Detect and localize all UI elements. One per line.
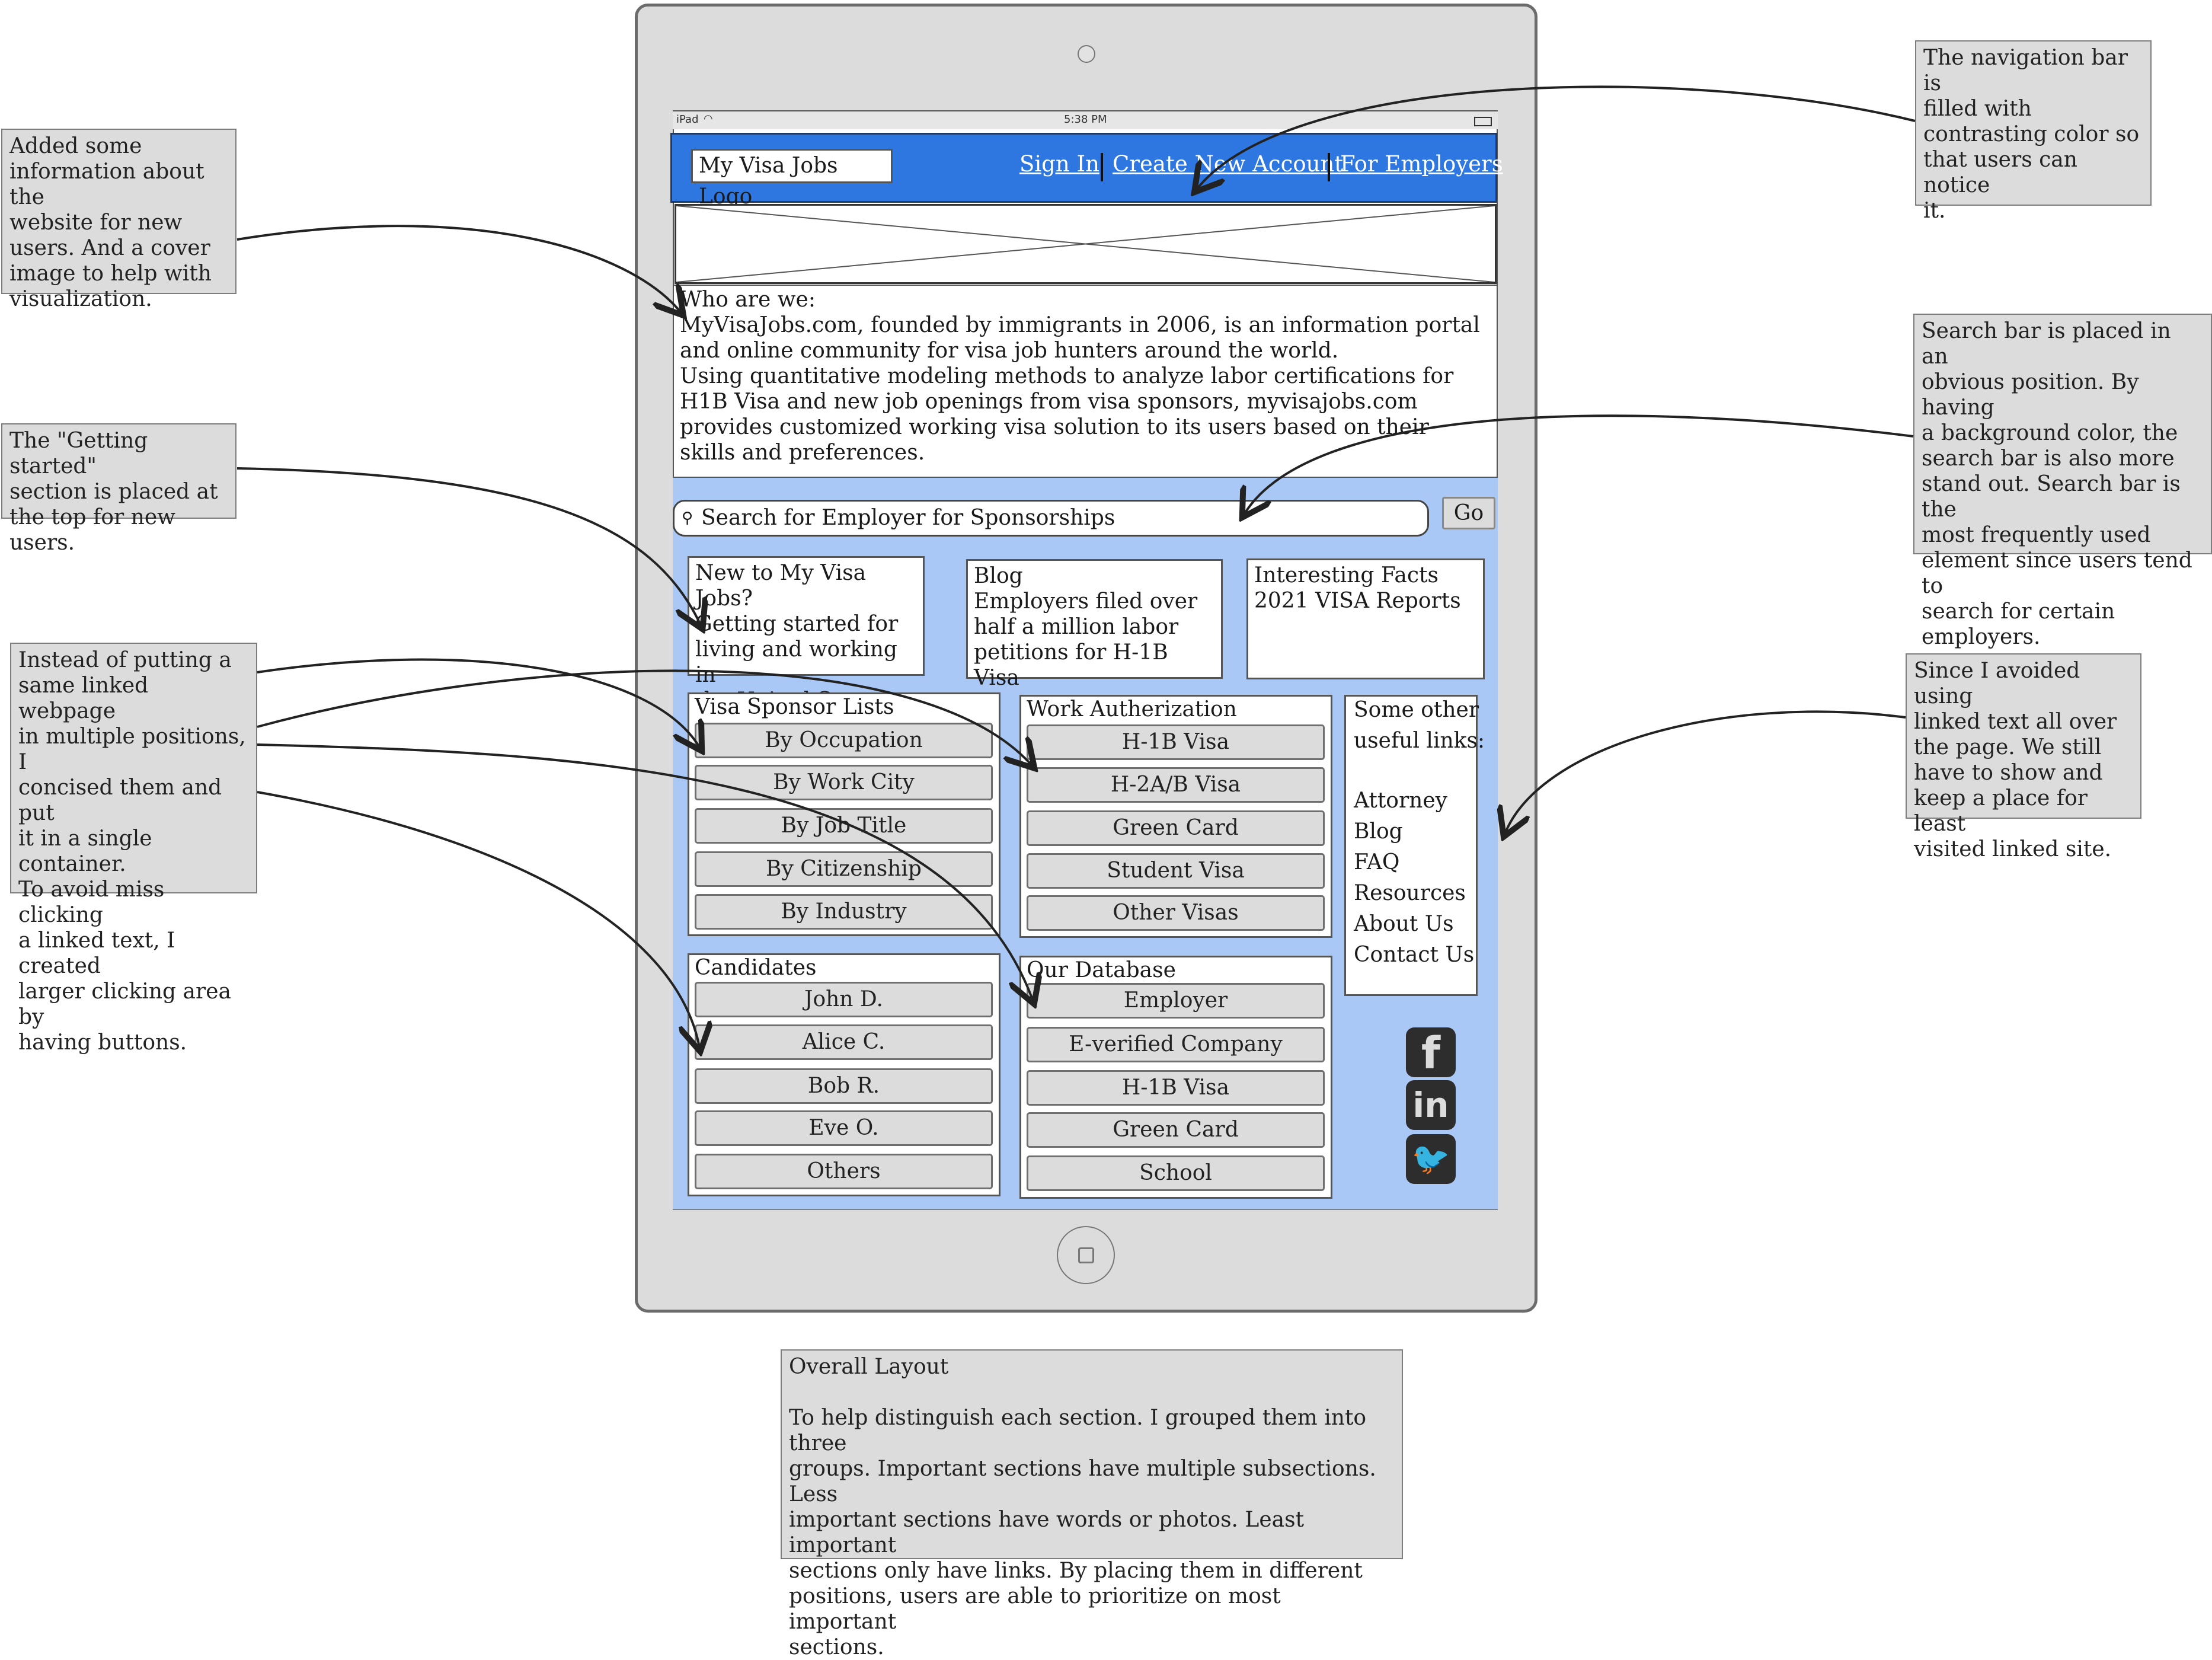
arrow-about <box>236 225 680 312</box>
arrow-links <box>1505 710 1906 832</box>
arrow-work <box>257 669 1031 765</box>
arrow-search <box>1245 414 1914 513</box>
arrow-sponsor <box>257 658 699 747</box>
annotation-arrows <box>236 85 1916 1559</box>
arrow-candidates <box>257 791 699 1047</box>
arrow-getting-started <box>236 467 701 625</box>
arrow-nav <box>1197 85 1916 189</box>
arrow-database <box>257 743 1033 1000</box>
